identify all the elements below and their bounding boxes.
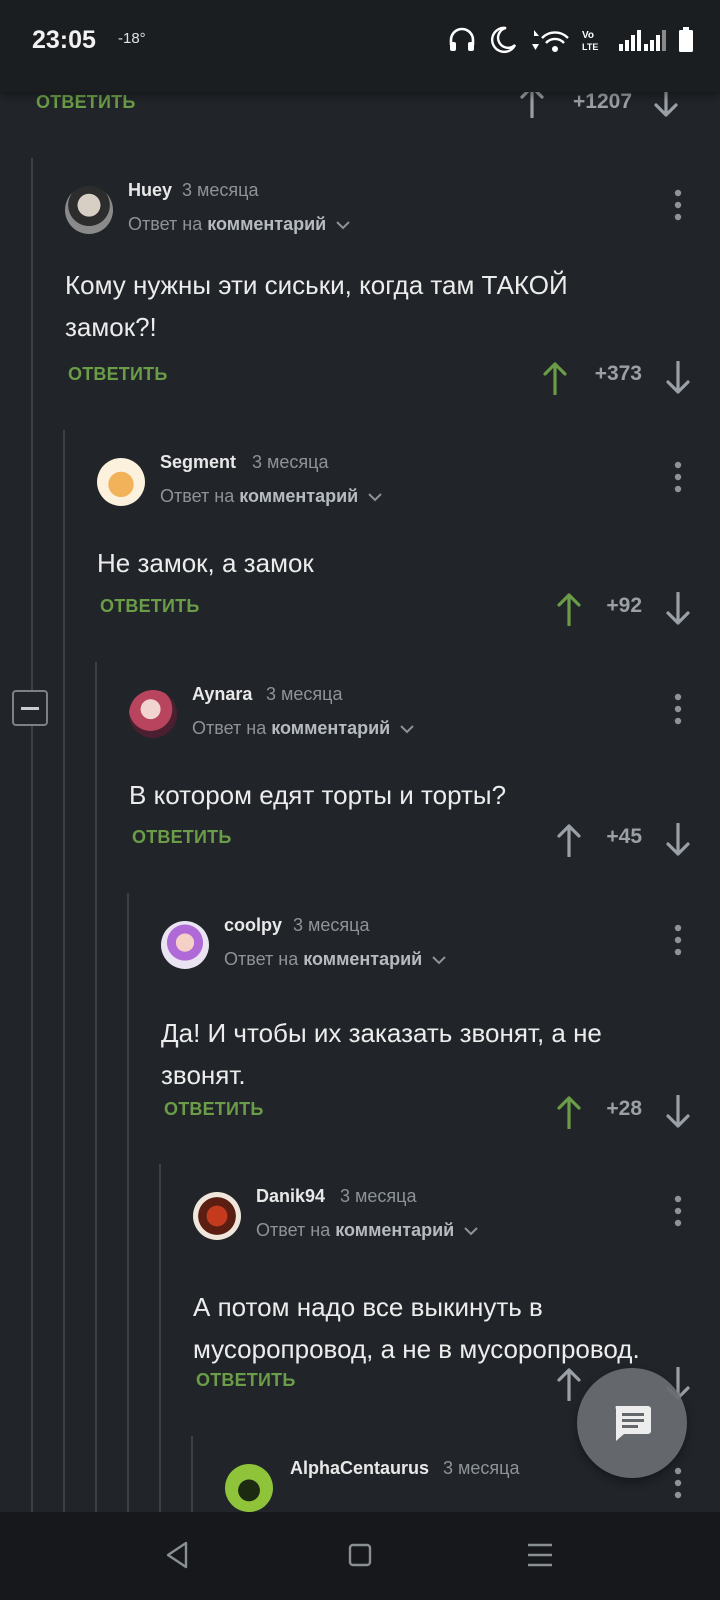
vote-score: +1207 bbox=[573, 90, 632, 113]
author-name[interactable]: Aynara bbox=[192, 684, 252, 705]
moon-icon bbox=[491, 26, 517, 54]
more-vert-icon[interactable] bbox=[668, 923, 688, 957]
chevron-down-icon bbox=[368, 493, 382, 502]
chevron-down-icon bbox=[464, 1227, 478, 1236]
avatar[interactable] bbox=[161, 921, 209, 969]
arrow-down-icon[interactable] bbox=[664, 592, 692, 626]
more-vert-icon[interactable] bbox=[668, 188, 688, 222]
chevron-down-icon bbox=[432, 956, 446, 965]
avatar[interactable] bbox=[129, 690, 177, 738]
vote-score: +92 bbox=[606, 594, 642, 617]
thread-line-level-6 bbox=[191, 1436, 193, 1512]
status-bar: 23:05 -18° Vo LTE bbox=[0, 0, 720, 92]
reply-to-target: комментарий bbox=[239, 486, 359, 506]
reply-button[interactable]: ОТВЕТИТЬ bbox=[196, 1370, 295, 1391]
reply-to-prefix: Ответ на bbox=[160, 486, 235, 506]
nav-menu-icon[interactable] bbox=[526, 1540, 554, 1570]
comment-text: В котором едят торты и торты? bbox=[129, 780, 507, 810]
more-vert-icon[interactable] bbox=[668, 460, 688, 494]
arrow-up-icon[interactable] bbox=[541, 361, 569, 395]
comment-time: 3 месяца bbox=[340, 1186, 417, 1206]
arrow-down-icon[interactable] bbox=[664, 361, 692, 395]
arrow-up-icon[interactable] bbox=[555, 1367, 583, 1401]
more-vert-icon[interactable] bbox=[668, 1194, 688, 1228]
reply-to-target: комментарий bbox=[335, 1220, 455, 1240]
status-temperature: -18° bbox=[118, 30, 146, 47]
wifi-icon bbox=[532, 30, 569, 52]
author-name[interactable]: Segment bbox=[160, 452, 236, 473]
comment-time: 3 месяца bbox=[252, 452, 329, 472]
reply-to-link[interactable]: Ответ на комментарий bbox=[128, 214, 351, 235]
author-name[interactable]: Danik94 bbox=[256, 1186, 325, 1207]
vote-score: +28 bbox=[606, 1097, 642, 1120]
arrow-down-icon[interactable] bbox=[664, 1095, 692, 1129]
comments-feed: ОТВЕТИТЬ +1207 Huey 3 месяца Ответ на ко… bbox=[0, 0, 720, 1512]
comment-text: А потом надо все выкинуть в мусоропровод… bbox=[193, 1292, 640, 1364]
thread-line-level-2 bbox=[63, 430, 65, 1512]
comment-time: 3 месяца bbox=[266, 684, 343, 704]
chevron-down-icon bbox=[336, 221, 350, 230]
thread-line-level-5 bbox=[159, 1164, 161, 1512]
comment-time: 3 месяца bbox=[182, 180, 259, 200]
reply-button[interactable]: ОТВЕТИТЬ bbox=[100, 596, 199, 617]
reply-to-link[interactable]: Ответ на комментарий bbox=[256, 1220, 479, 1241]
reply-to-prefix: Ответ на bbox=[128, 214, 203, 234]
author-name[interactable]: coolpy bbox=[224, 915, 282, 936]
headphones-icon bbox=[449, 27, 475, 51]
author-name[interactable]: Huey bbox=[128, 180, 172, 201]
reply-button[interactable]: ОТВЕТИТЬ bbox=[36, 92, 135, 113]
status-icons: Vo LTE bbox=[448, 22, 694, 58]
reply-to-target: комментарий bbox=[207, 214, 327, 234]
chat-icon bbox=[615, 1406, 651, 1441]
reply-button[interactable]: ОТВЕТИТЬ bbox=[164, 1099, 263, 1120]
avatar[interactable] bbox=[65, 186, 113, 234]
svg-text:LTE: LTE bbox=[582, 42, 598, 52]
reply-to-prefix: Ответ на bbox=[256, 1220, 331, 1240]
reply-to-target: комментарий bbox=[271, 718, 391, 738]
status-time: 23:05 bbox=[32, 26, 96, 54]
vote-score: +373 bbox=[594, 362, 642, 385]
reply-to-prefix: Ответ на bbox=[192, 718, 267, 738]
nav-home-icon[interactable] bbox=[347, 1540, 373, 1570]
reply-to-link[interactable]: Ответ на комментарий bbox=[192, 718, 415, 739]
reply-to-prefix: Ответ на bbox=[224, 949, 299, 969]
volte-icon: VoLTE bbox=[582, 30, 598, 52]
comment-time: 3 месяца bbox=[443, 1458, 520, 1478]
avatar[interactable] bbox=[193, 1192, 241, 1240]
reply-to-link[interactable]: Ответ на комментарий bbox=[160, 486, 383, 507]
nav-back-icon[interactable] bbox=[164, 1540, 190, 1570]
thread-line-level-1 bbox=[31, 158, 33, 1512]
comment-text: Да! И чтобы их заказать звонят, а не зво… bbox=[161, 1018, 602, 1090]
chat-fab-button[interactable] bbox=[577, 1368, 687, 1478]
thread-line-level-3 bbox=[95, 662, 97, 1512]
reply-to-link[interactable]: Ответ на комментарий bbox=[224, 949, 447, 970]
vote-score: +45 bbox=[606, 825, 642, 848]
collapse-icon[interactable] bbox=[12, 690, 48, 726]
comment-text: Кому нужны эти сиськи, когда там ТАКОЙ з… bbox=[65, 270, 568, 342]
battery-icon bbox=[679, 27, 693, 52]
avatar[interactable] bbox=[225, 1464, 273, 1512]
svg-text:Vo: Vo bbox=[582, 30, 594, 41]
comment-text: Не замок, а замок bbox=[97, 548, 314, 578]
author-name[interactable]: AlphaCentaurus bbox=[290, 1458, 429, 1479]
avatar[interactable] bbox=[97, 458, 145, 506]
thread-line-level-4 bbox=[127, 893, 129, 1512]
signal-icon bbox=[619, 30, 666, 51]
reply-button[interactable]: ОТВЕТИТЬ bbox=[68, 364, 167, 385]
comment-time: 3 месяца bbox=[293, 915, 370, 935]
more-vert-icon[interactable] bbox=[668, 692, 688, 726]
reply-to-target: комментарий bbox=[303, 949, 423, 969]
system-nav-bar bbox=[0, 1512, 720, 1600]
chevron-down-icon bbox=[400, 725, 414, 734]
reply-button[interactable]: ОТВЕТИТЬ bbox=[132, 827, 231, 848]
more-vert-icon[interactable] bbox=[668, 1466, 688, 1500]
arrow-down-icon[interactable] bbox=[664, 823, 692, 857]
